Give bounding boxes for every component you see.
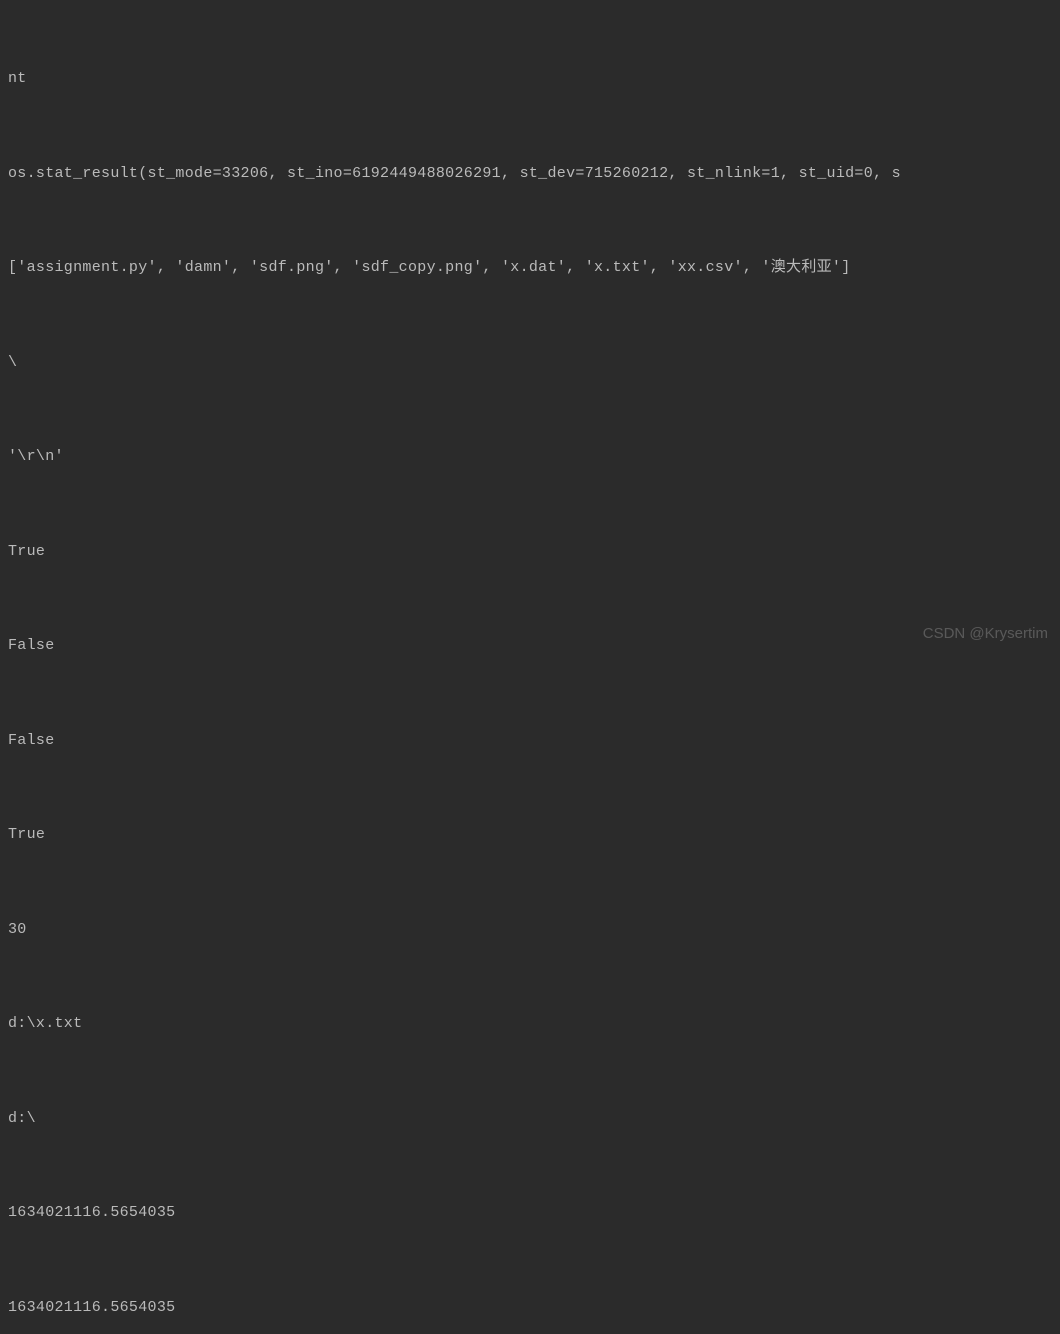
output-line: 1634021116.5654035: [8, 1292, 1052, 1324]
output-line: d:\x.txt: [8, 1008, 1052, 1040]
output-line: os.stat_result(st_mode=33206, st_ino=619…: [8, 158, 1052, 190]
output-line: True: [8, 819, 1052, 851]
output-line: 1634021116.5654035: [8, 1197, 1052, 1229]
output-line: d:\: [8, 1103, 1052, 1135]
output-line: True: [8, 536, 1052, 568]
output-line: '\r\n': [8, 441, 1052, 473]
watermark: CSDN @Krysertim: [923, 618, 1048, 650]
output-line: ['assignment.py', 'damn', 'sdf.png', 'sd…: [8, 252, 1052, 284]
output-line: False: [8, 725, 1052, 757]
output-line: \: [8, 347, 1052, 379]
output-line: 30: [8, 914, 1052, 946]
output-line: False: [8, 630, 1052, 662]
console-output: nt os.stat_result(st_mode=33206, st_ino=…: [0, 0, 1060, 1334]
output-line: nt: [8, 63, 1052, 95]
